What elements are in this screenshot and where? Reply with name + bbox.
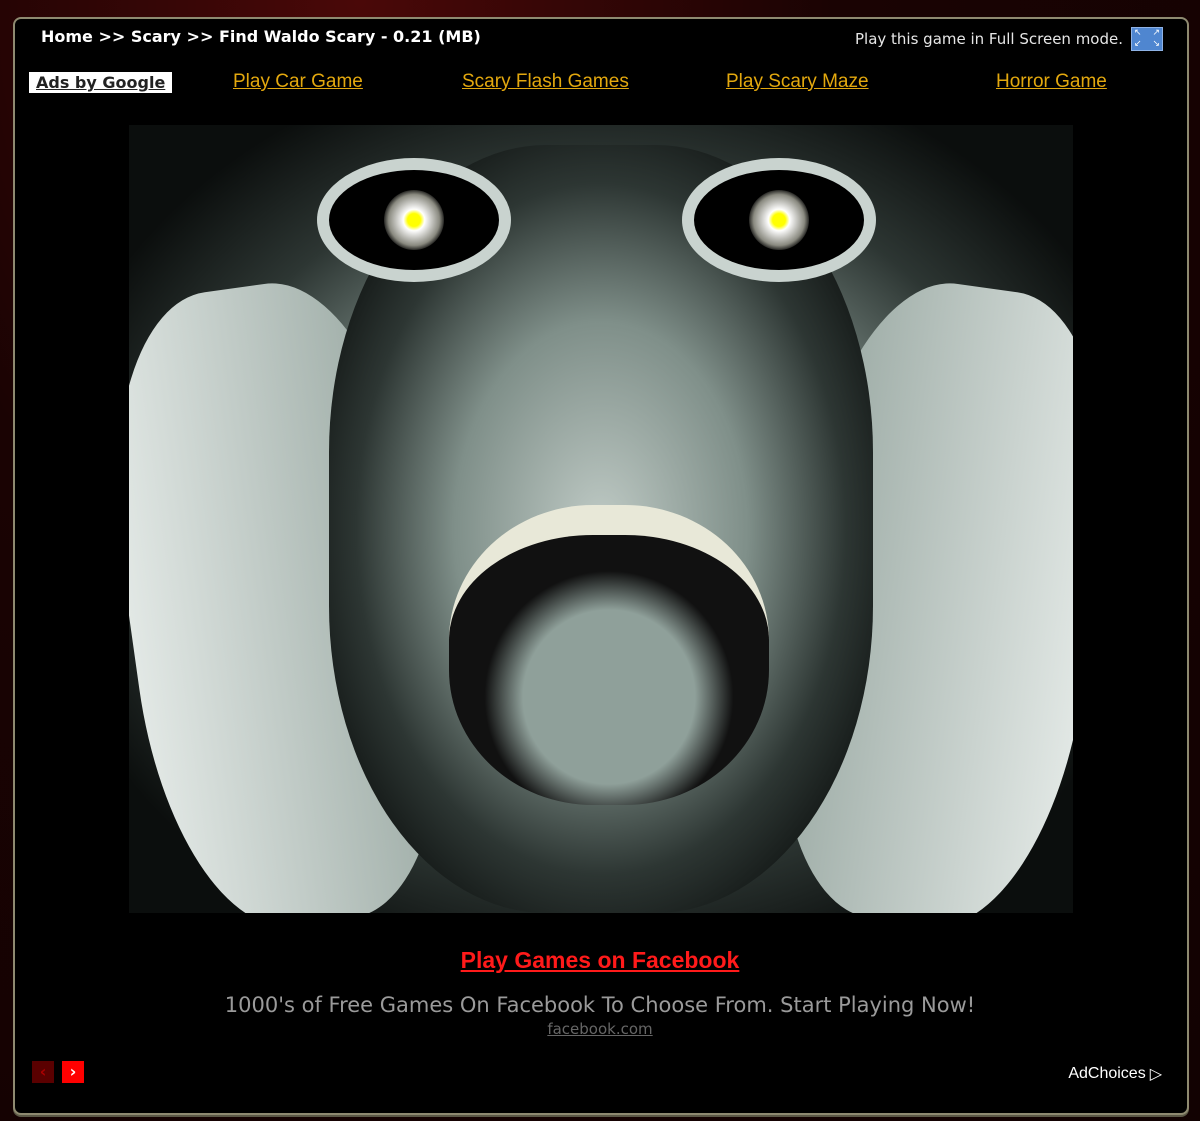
ads-by-google-label[interactable]: Ads by Google bbox=[29, 72, 173, 93]
ad-link-play-scary-maze[interactable]: Play Scary Maze bbox=[726, 71, 869, 93]
ad-title-link[interactable]: Play Games on Facebook bbox=[0, 947, 1200, 974]
ad-link-play-car-game[interactable]: Play Car Game bbox=[233, 71, 363, 93]
game-canvas-scary-face[interactable] bbox=[129, 125, 1073, 913]
fullscreen-icon[interactable]: ↖ ↗ ↙ ↘ bbox=[1131, 27, 1163, 51]
fullscreen-label[interactable]: Play this game in Full Screen mode. bbox=[855, 30, 1123, 48]
adchoices-triangle-icon: ▷ bbox=[1149, 1066, 1162, 1083]
ad-url-link[interactable]: facebook.com bbox=[0, 1020, 1200, 1038]
right-eye bbox=[694, 170, 864, 270]
ad-description: 1000's of Free Games On Facebook To Choo… bbox=[224, 993, 976, 1017]
mouth bbox=[449, 505, 769, 805]
ad-prev-button[interactable]: ‹ bbox=[32, 1061, 54, 1083]
ad-next-button[interactable]: › bbox=[62, 1061, 84, 1083]
ad-link-scary-flash-games[interactable]: Scary Flash Games bbox=[462, 71, 629, 93]
breadcrumb: Home >> Scary >> Find Waldo Scary - 0.21… bbox=[41, 27, 481, 46]
ad-link-horror-game[interactable]: Horror Game bbox=[996, 71, 1107, 93]
fullscreen-control[interactable]: Play this game in Full Screen mode. ↖ ↗ ↙… bbox=[855, 27, 1163, 51]
adchoices-link[interactable]: AdChoices ▷ bbox=[1068, 1064, 1162, 1084]
adchoices-label[interactable]: AdChoices bbox=[1068, 1065, 1145, 1083]
left-eye bbox=[329, 170, 499, 270]
